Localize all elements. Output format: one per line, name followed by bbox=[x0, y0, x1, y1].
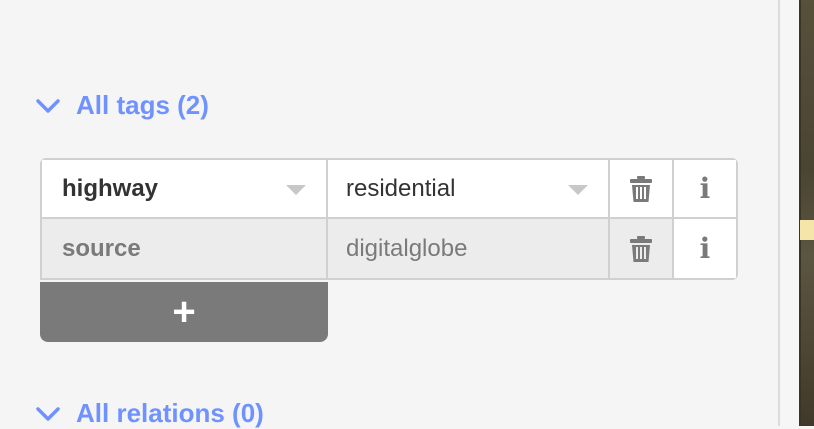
all-relations-title: All relations (0) bbox=[76, 398, 264, 428]
trash-icon bbox=[630, 235, 652, 262]
delete-tag-button[interactable] bbox=[610, 219, 674, 278]
tag-row: source digitalglobe i bbox=[40, 219, 738, 280]
sidebar-gap bbox=[780, 0, 799, 426]
info-icon: i bbox=[699, 172, 711, 205]
tag-key-text: highway bbox=[62, 174, 159, 202]
truncated-text: ʻʻʻ bbox=[116, 0, 136, 4]
map-imagery bbox=[801, 0, 814, 426]
tag-value-field[interactable]: digitalglobe bbox=[328, 219, 610, 278]
tag-editor: highway residential i source digitalglob… bbox=[40, 158, 738, 280]
trash-icon bbox=[630, 175, 652, 202]
chevron-down-icon bbox=[36, 406, 60, 421]
delete-tag-button[interactable] bbox=[610, 160, 674, 217]
tag-key-text: source bbox=[62, 234, 141, 262]
caret-down-icon[interactable] bbox=[568, 185, 588, 195]
tag-value-text: residential bbox=[346, 174, 456, 202]
caret-down-icon[interactable] bbox=[286, 185, 306, 195]
all-relations-toggle[interactable]: All relations (0) bbox=[36, 398, 264, 429]
tag-info-button[interactable]: i bbox=[674, 160, 736, 217]
all-tags-toggle[interactable]: All tags (2) bbox=[36, 90, 209, 121]
tag-value-text: digitalglobe bbox=[346, 234, 468, 262]
tag-info-button[interactable]: i bbox=[674, 219, 736, 278]
info-icon: i bbox=[699, 232, 711, 265]
inspector-sidebar: ʻʻʻ All tags (2) highway residential bbox=[0, 0, 778, 429]
tag-key-field[interactable]: source bbox=[42, 219, 328, 278]
add-tag-label: + bbox=[172, 289, 196, 334]
chevron-down-icon bbox=[36, 98, 60, 113]
tag-row: highway residential i bbox=[40, 158, 738, 219]
all-tags-title: All tags (2) bbox=[76, 90, 209, 120]
map-road bbox=[800, 220, 814, 240]
tag-value-field[interactable]: residential bbox=[328, 160, 610, 217]
map-view[interactable] bbox=[799, 0, 814, 426]
add-tag-button[interactable]: + bbox=[40, 282, 328, 342]
tag-key-field[interactable]: highway bbox=[42, 160, 328, 217]
